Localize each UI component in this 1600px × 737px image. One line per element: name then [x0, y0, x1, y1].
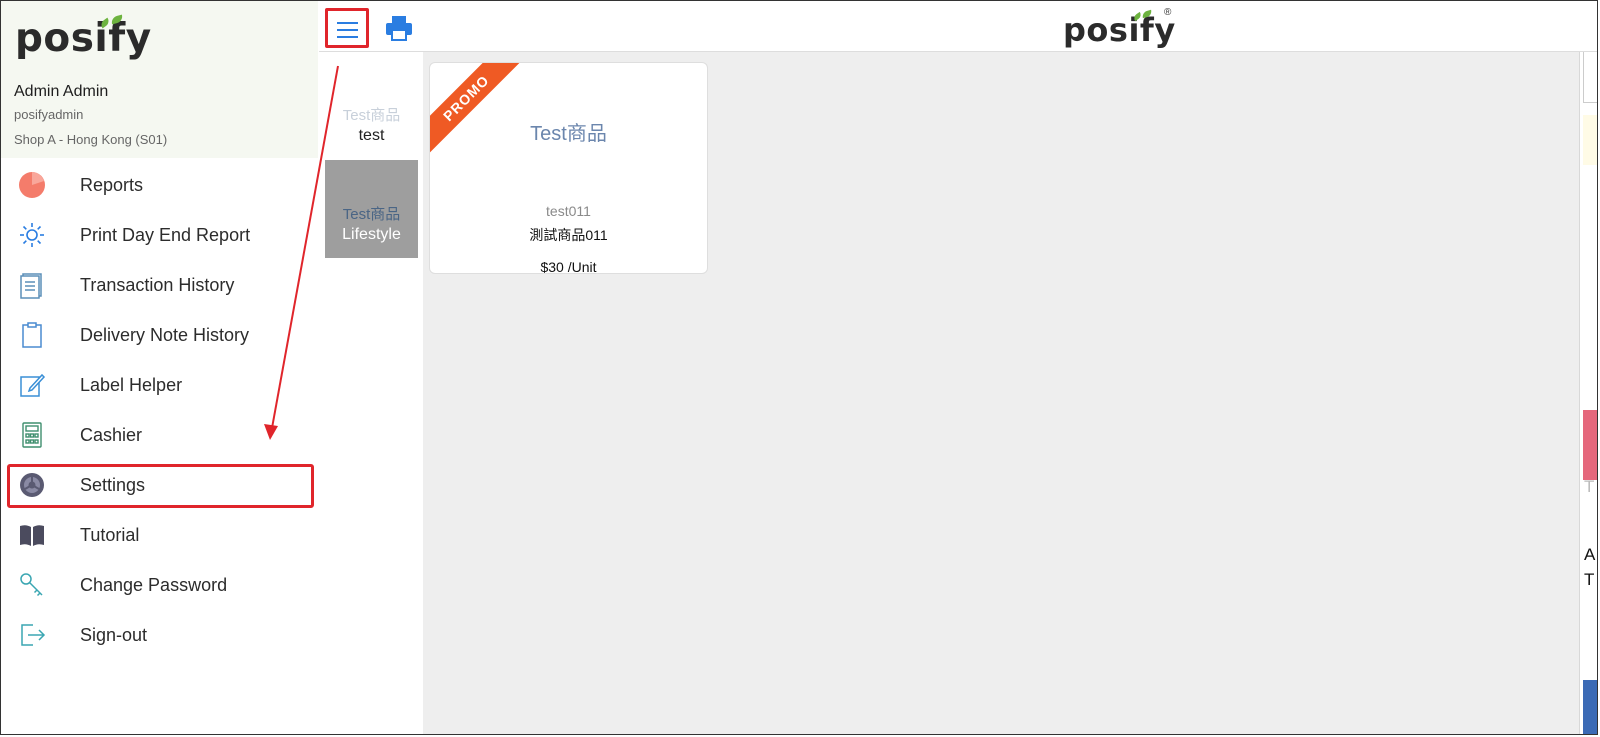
sidebar-item-label: Label Helper — [80, 375, 183, 395]
category-test[interactable]: Test商品 test — [325, 61, 418, 159]
category-sub: Lifestyle — [342, 226, 401, 243]
edit-note-icon — [18, 371, 46, 399]
sidebar-item-label: Sign-out — [80, 625, 148, 645]
logo-text: posify — [15, 16, 152, 61]
hamburger-line — [337, 29, 358, 31]
sidebar-item-cashier[interactable]: Cashier — [1, 411, 318, 457]
sidebar-item-delivery-note-history[interactable]: Delivery Note History — [1, 311, 318, 357]
sidebar-item-reports[interactable]: Reports — [1, 161, 318, 207]
right-panel-action-edge[interactable] — [1583, 680, 1597, 734]
product-name: 測試商品011 — [529, 227, 608, 243]
sidebar-item-transaction-history[interactable]: Transaction History — [1, 261, 318, 307]
sidebar-item-label: Print Day End Report — [80, 225, 251, 245]
right-panel-button-edge[interactable] — [1583, 410, 1597, 480]
category-sub: test — [358, 127, 385, 144]
username: posifyadmin — [14, 107, 84, 122]
hamburger-line — [337, 36, 358, 38]
book-icon — [18, 521, 46, 549]
settings-highlight-box — [7, 464, 314, 508]
printer-icon[interactable] — [385, 15, 413, 41]
right-panel-text: T — [1584, 570, 1595, 589]
sidebar-item-print-day-end-report[interactable]: Print Day End Report — [1, 211, 318, 257]
product-code: test011 — [546, 203, 591, 219]
clipboard-icon — [18, 321, 46, 349]
product-card[interactable]: PROMO Test商品 test011 測試商品011 $30 /Unit — [429, 62, 708, 274]
product-title: Test商品 — [530, 123, 607, 145]
product-price: $30 /Unit — [540, 259, 597, 274]
top-bar: posify ® — [319, 1, 1597, 52]
sidebar-item-change-password[interactable]: Change Password — [1, 561, 318, 607]
category-lifestyle[interactable]: Test商品 Lifestyle — [325, 160, 418, 258]
posify-header-logo: posify — [1063, 9, 1176, 49]
key-icon — [18, 571, 46, 599]
right-panel-edge: T A T — [1579, 52, 1597, 734]
registered-mark: ® — [1164, 7, 1172, 18]
sidebar-item-label: Transaction History — [80, 275, 235, 295]
hamburger-menu-button[interactable] — [325, 8, 369, 48]
sign-out-icon — [18, 621, 46, 649]
sidebar-item-label: Change Password — [80, 575, 228, 595]
sidebar-header: posify Admin Admin posifyadmin Shop A - … — [1, 1, 318, 158]
category-name: Test商品 — [342, 107, 401, 124]
sidebar-item-sign-out[interactable]: Sign-out — [1, 611, 318, 657]
hamburger-line — [337, 22, 358, 24]
product-grid: PROMO Test商品 test011 測試商品011 $30 /Unit — [423, 52, 1579, 734]
right-panel-text: T — [1584, 477, 1595, 496]
right-panel-input-edge — [1583, 52, 1597, 103]
sun-icon — [18, 221, 46, 249]
posify-logo: posify — [15, 14, 152, 61]
user-display-name: Admin Admin — [14, 83, 109, 100]
right-panel-notice-edge — [1583, 115, 1597, 165]
logo-text: posify — [1063, 11, 1176, 49]
calculator-icon — [18, 421, 46, 449]
document-list-icon — [18, 271, 46, 299]
sidebar-item-tutorial[interactable]: Tutorial — [1, 511, 318, 557]
sidebar-item-label: Tutorial — [80, 525, 140, 545]
sidebar-item-label: Delivery Note History — [80, 325, 250, 345]
sidebar: posify Admin Admin posifyadmin Shop A - … — [1, 1, 318, 734]
category-name: Test商品 — [342, 206, 401, 223]
category-column: Test商品 test Test商品 Lifestyle — [319, 52, 423, 734]
right-panel-text: A — [1584, 545, 1596, 564]
shop-name: Shop A - Hong Kong (S01) — [14, 132, 168, 147]
app-window: posify Admin Admin posifyadmin Shop A - … — [0, 0, 1598, 735]
sidebar-item-label-helper[interactable]: Label Helper — [1, 361, 318, 407]
sidebar-item-label: Reports — [80, 175, 144, 195]
sidebar-item-label: Cashier — [80, 425, 143, 445]
pie-chart-icon — [18, 171, 46, 199]
